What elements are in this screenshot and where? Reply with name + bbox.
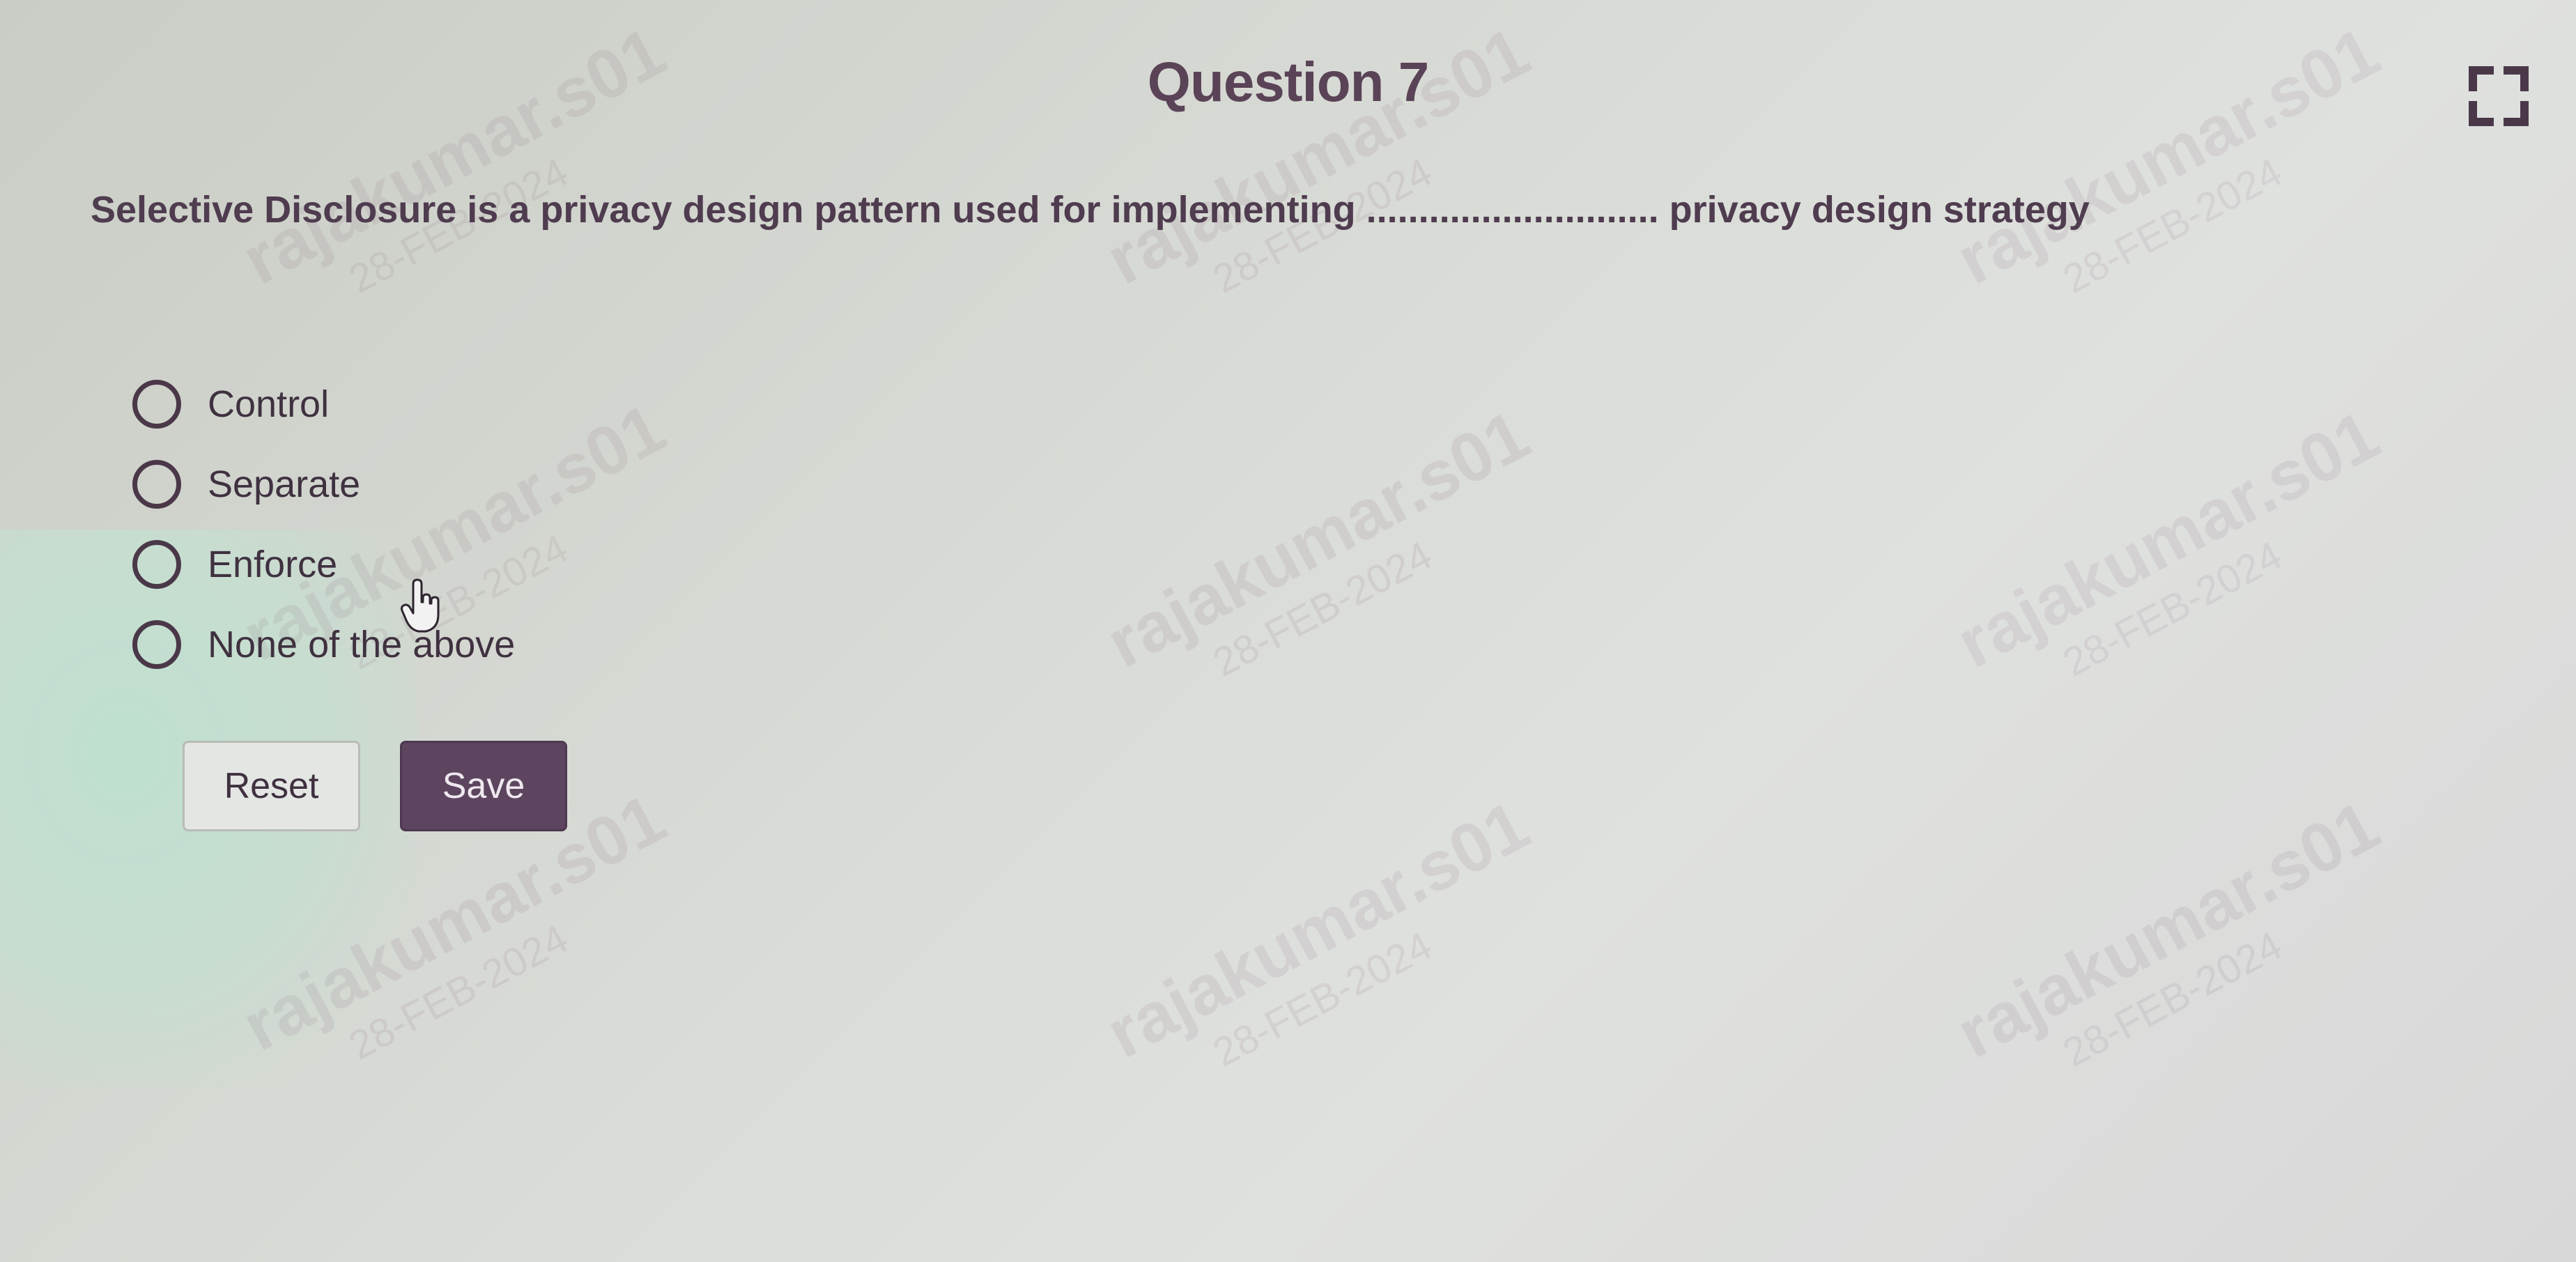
option-label: Control [208,383,330,425]
watermark: rajakumar.s01 28-FEB-2024 [1094,395,1564,725]
question-title: Question 7 [1147,51,1429,113]
fullscreen-icon-graphic [2469,66,2529,126]
watermark-date: 28-FEB-2024 [1205,923,1440,1076]
watermark-date: 28-FEB-2024 [1205,532,1440,686]
option-label: Separate [208,463,361,505]
fullscreen-icon[interactable] [2469,66,2529,126]
watermark-date: 28-FEB-2024 [2056,149,2290,302]
radio-button[interactable] [132,540,181,589]
option-label: None of the above [208,624,516,665]
watermark: rajakumar.s01 28-FEB-2024 [1944,395,2414,725]
answer-options: Control Separate Enforce None of the abo… [132,376,515,697]
watermark: rajakumar.s01 28-FEB-2024 [1094,785,1564,1116]
watermark-name: rajakumar.s01 [1094,785,1542,1073]
option-none-of-the-above[interactable]: None of the above [132,617,515,672]
option-enforce[interactable]: Enforce [132,537,515,592]
watermark-name: rajakumar.s01 [1944,395,2392,683]
watermark-date: 28-FEB-2024 [2056,923,2290,1076]
watermark: rajakumar.s01 28-FEB-2024 [1944,785,2414,1116]
action-buttons: Reset Save [183,741,567,831]
radio-button[interactable] [132,620,181,669]
watermark-name: rajakumar.s01 [1094,395,1542,683]
reset-button[interactable]: Reset [183,741,360,831]
watermark-name: rajakumar.s01 [1944,785,2392,1073]
option-label: Enforce [208,544,338,585]
option-control[interactable]: Control [132,376,515,432]
question-text: Selective Disclosure is a privacy design… [91,189,2090,231]
save-button[interactable]: Save [400,741,567,831]
option-separate[interactable]: Separate [132,456,515,512]
watermark-date: 28-FEB-2024 [2056,532,2290,686]
watermark-date: 28-FEB-2024 [341,916,576,1069]
radio-button[interactable] [132,460,181,509]
radio-button[interactable] [132,380,181,429]
